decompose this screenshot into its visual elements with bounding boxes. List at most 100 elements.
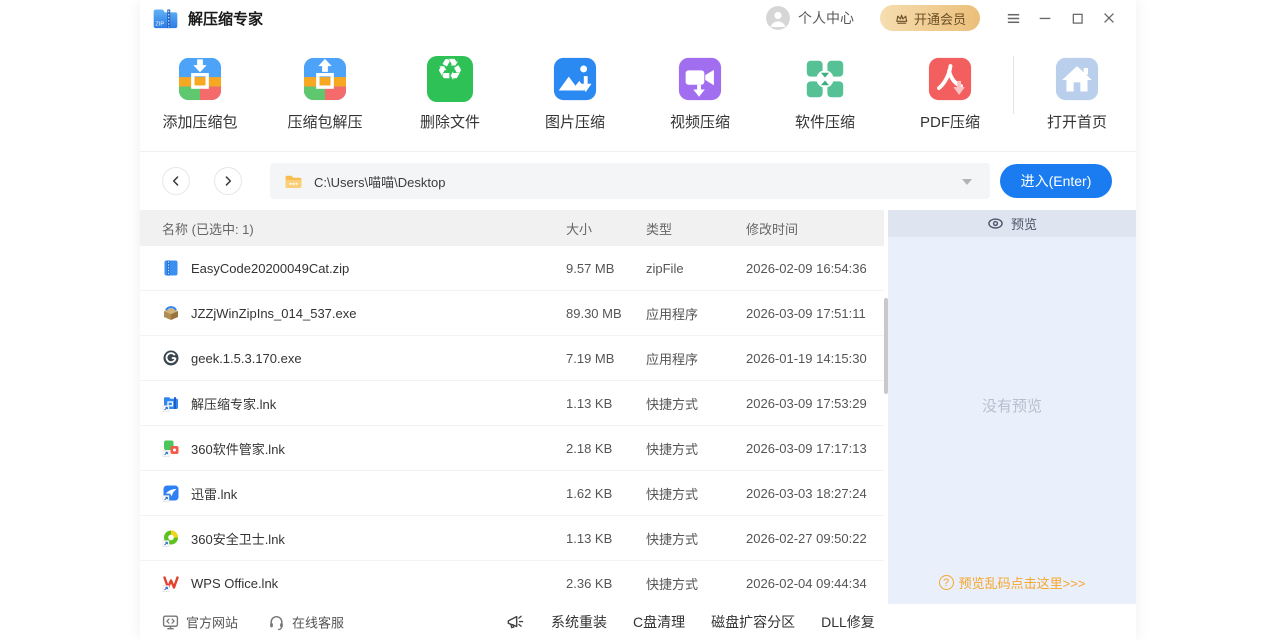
app-title: 解压缩专家 (188, 8, 263, 29)
close-button[interactable] (1100, 9, 1118, 27)
file-type: 快捷方式 (646, 484, 746, 503)
maximize-icon (1070, 11, 1085, 26)
toolbar-extract-archive[interactable]: 压缩包解压 (280, 56, 370, 132)
titlebar: ZIP 解压缩专家 个人中心 开通会员 (140, 0, 1136, 36)
file-type: zipFile (646, 261, 746, 276)
user-center-link[interactable]: 个人中心 (798, 8, 854, 28)
column-header-modified[interactable]: 修改时间 (746, 219, 884, 238)
enter-button[interactable]: 进入(Enter) (1000, 164, 1112, 198)
table-row[interactable]: JZZjWinZipIns_014_537.exe 89.30 MB 应用程序 … (140, 291, 884, 336)
toolbar-label: 删除文件 (405, 111, 495, 132)
home-icon (1054, 56, 1100, 102)
installer-file-icon (162, 304, 180, 322)
column-header-type[interactable]: 类型 (646, 219, 746, 238)
garbled-link-label: 预览乱码点击这里>>> (959, 573, 1086, 592)
table-row[interactable]: WPS Office.lnk 2.36 KB 快捷方式 2026-02-04 0… (140, 561, 884, 604)
toolbar-image-compress[interactable]: 图片压缩 (530, 56, 620, 132)
column-header-name[interactable]: 名称 (已选中: 1) (140, 219, 566, 238)
headset-icon (268, 614, 285, 631)
status-bar: 官方网站 在线客服 系统重装 C盘清理 磁盘扩容分区 DLL修复 (140, 604, 1136, 640)
delete-files-icon: ♻ (427, 56, 473, 102)
preview-body: 没有预览 ? 预览乱码点击这里>>> (888, 237, 1136, 604)
file-size: 7.19 MB (566, 351, 646, 366)
file-size: 2.18 KB (566, 441, 646, 456)
chevron-down-icon (962, 179, 972, 185)
minimize-icon (1037, 10, 1053, 26)
toolbar-pdf-compress[interactable]: PDF压缩 (905, 56, 995, 132)
preview-panel: 预览 没有预览 ? 预览乱码点击这里>>> (888, 210, 1136, 604)
toolbar-software-compress[interactable]: 软件压缩 (780, 56, 870, 132)
table-row[interactable]: geek.1.5.3.170.exe 7.19 MB 应用程序 2026-01-… (140, 336, 884, 381)
online-support-link[interactable]: 在线客服 (268, 613, 344, 632)
geek-app-icon (162, 349, 180, 367)
wps-shortcut-icon (162, 574, 180, 592)
file-name: 迅雷.lnk (191, 484, 237, 503)
maximize-button[interactable] (1068, 9, 1086, 27)
toolbar-label: 软件压缩 (780, 111, 870, 132)
file-name: EasyCode20200049Cat.zip (191, 261, 349, 276)
table-row[interactable]: 360软件管家.lnk 2.18 KB 快捷方式 2026-03-09 17:1… (140, 426, 884, 471)
table-scrollbar[interactable] (884, 210, 888, 604)
scrollbar-thumb[interactable] (884, 298, 888, 394)
table-header: 名称 (已选中: 1) 大小 类型 修改时间 (140, 210, 884, 246)
file-size: 9.57 MB (566, 261, 646, 276)
disk-expand-link[interactable]: 磁盘扩容分区 (711, 612, 795, 632)
thunder-shortcut-icon (162, 484, 180, 502)
file-table: 名称 (已选中: 1) 大小 类型 修改时间 EasyCode20200049C… (140, 210, 884, 604)
file-modified: 2026-02-04 09:44:34 (746, 576, 884, 591)
toolbar-label: 图片压缩 (530, 111, 620, 132)
table-row[interactable]: 解压缩专家.lnk 1.13 KB 快捷方式 2026-03-09 17:53:… (140, 381, 884, 426)
zip-file-icon (162, 259, 180, 277)
minimize-button[interactable] (1036, 9, 1054, 27)
folder-icon (284, 172, 303, 191)
file-modified: 2026-03-03 18:27:24 (746, 486, 884, 501)
megaphone-icon (505, 612, 525, 632)
toolbar-label: 压缩包解压 (280, 111, 370, 132)
image-compress-icon (552, 56, 598, 102)
file-name: 360安全卫士.lnk (191, 529, 285, 548)
table-row[interactable]: 360安全卫士.lnk 1.13 KB 快捷方式 2026-02-27 09:5… (140, 516, 884, 561)
safe-guard-shortcut-icon (162, 529, 180, 547)
table-row[interactable]: EasyCode20200049Cat.zip 9.57 MB zipFile … (140, 246, 884, 291)
vip-button-label: 开通会员 (914, 9, 966, 28)
toolbar-open-homepage[interactable]: 打开首页 (1032, 56, 1122, 132)
eye-icon (987, 215, 1004, 232)
menu-button[interactable] (1004, 9, 1022, 27)
system-reinstall-link[interactable]: 系统重装 (551, 612, 607, 632)
file-name: geek.1.5.3.170.exe (191, 351, 302, 366)
official-website-link[interactable]: 官方网站 (162, 613, 238, 632)
forward-button[interactable] (214, 167, 242, 195)
file-name: 解压缩专家.lnk (191, 394, 276, 413)
table-row[interactable]: 迅雷.lnk 1.62 KB 快捷方式 2026-03-03 18:27:24 (140, 471, 884, 516)
back-button[interactable] (162, 167, 190, 195)
toolbar-delete-files[interactable]: ♻ 删除文件 (405, 56, 495, 132)
hamburger-menu-icon (1005, 10, 1022, 27)
file-modified: 2026-03-09 17:51:11 (746, 306, 884, 321)
pdf-compress-icon (927, 56, 973, 102)
toolbar-label: PDF压缩 (905, 111, 995, 132)
file-name: WPS Office.lnk (191, 576, 278, 591)
software-manager-shortcut-icon (162, 439, 180, 457)
address-bar[interactable]: C:\Users\喵喵\Desktop (270, 163, 990, 199)
garbled-preview-link[interactable]: ? 预览乱码点击这里>>> (939, 573, 1086, 592)
file-modified: 2026-02-27 09:50:22 (746, 531, 884, 546)
software-compress-icon (802, 56, 848, 102)
dll-repair-link[interactable]: DLL修复 (821, 612, 875, 632)
path-dropdown-button[interactable] (958, 168, 976, 194)
user-avatar[interactable] (766, 6, 790, 30)
vip-upgrade-button[interactable]: 开通会员 (880, 5, 980, 31)
column-header-size[interactable]: 大小 (566, 219, 646, 238)
toolbar-video-compress[interactable]: 视频压缩 (655, 56, 745, 132)
no-preview-text: 没有预览 (982, 395, 1042, 416)
file-type: 快捷方式 (646, 394, 746, 413)
toolbar-add-archive[interactable]: 添加压缩包 (155, 56, 245, 132)
preview-header: 预览 (888, 210, 1136, 237)
toolbar-label: 添加压缩包 (155, 111, 245, 132)
toolbar-label: 视频压缩 (655, 111, 745, 132)
c-drive-clean-link[interactable]: C盘清理 (633, 612, 685, 632)
add-archive-icon (177, 56, 223, 102)
statusbar-link-label: 在线客服 (292, 613, 344, 632)
app-window: ZIP 解压缩专家 个人中心 开通会员 (140, 0, 1136, 640)
file-modified: 2026-03-09 17:53:29 (746, 396, 884, 411)
file-type: 应用程序 (646, 304, 746, 323)
